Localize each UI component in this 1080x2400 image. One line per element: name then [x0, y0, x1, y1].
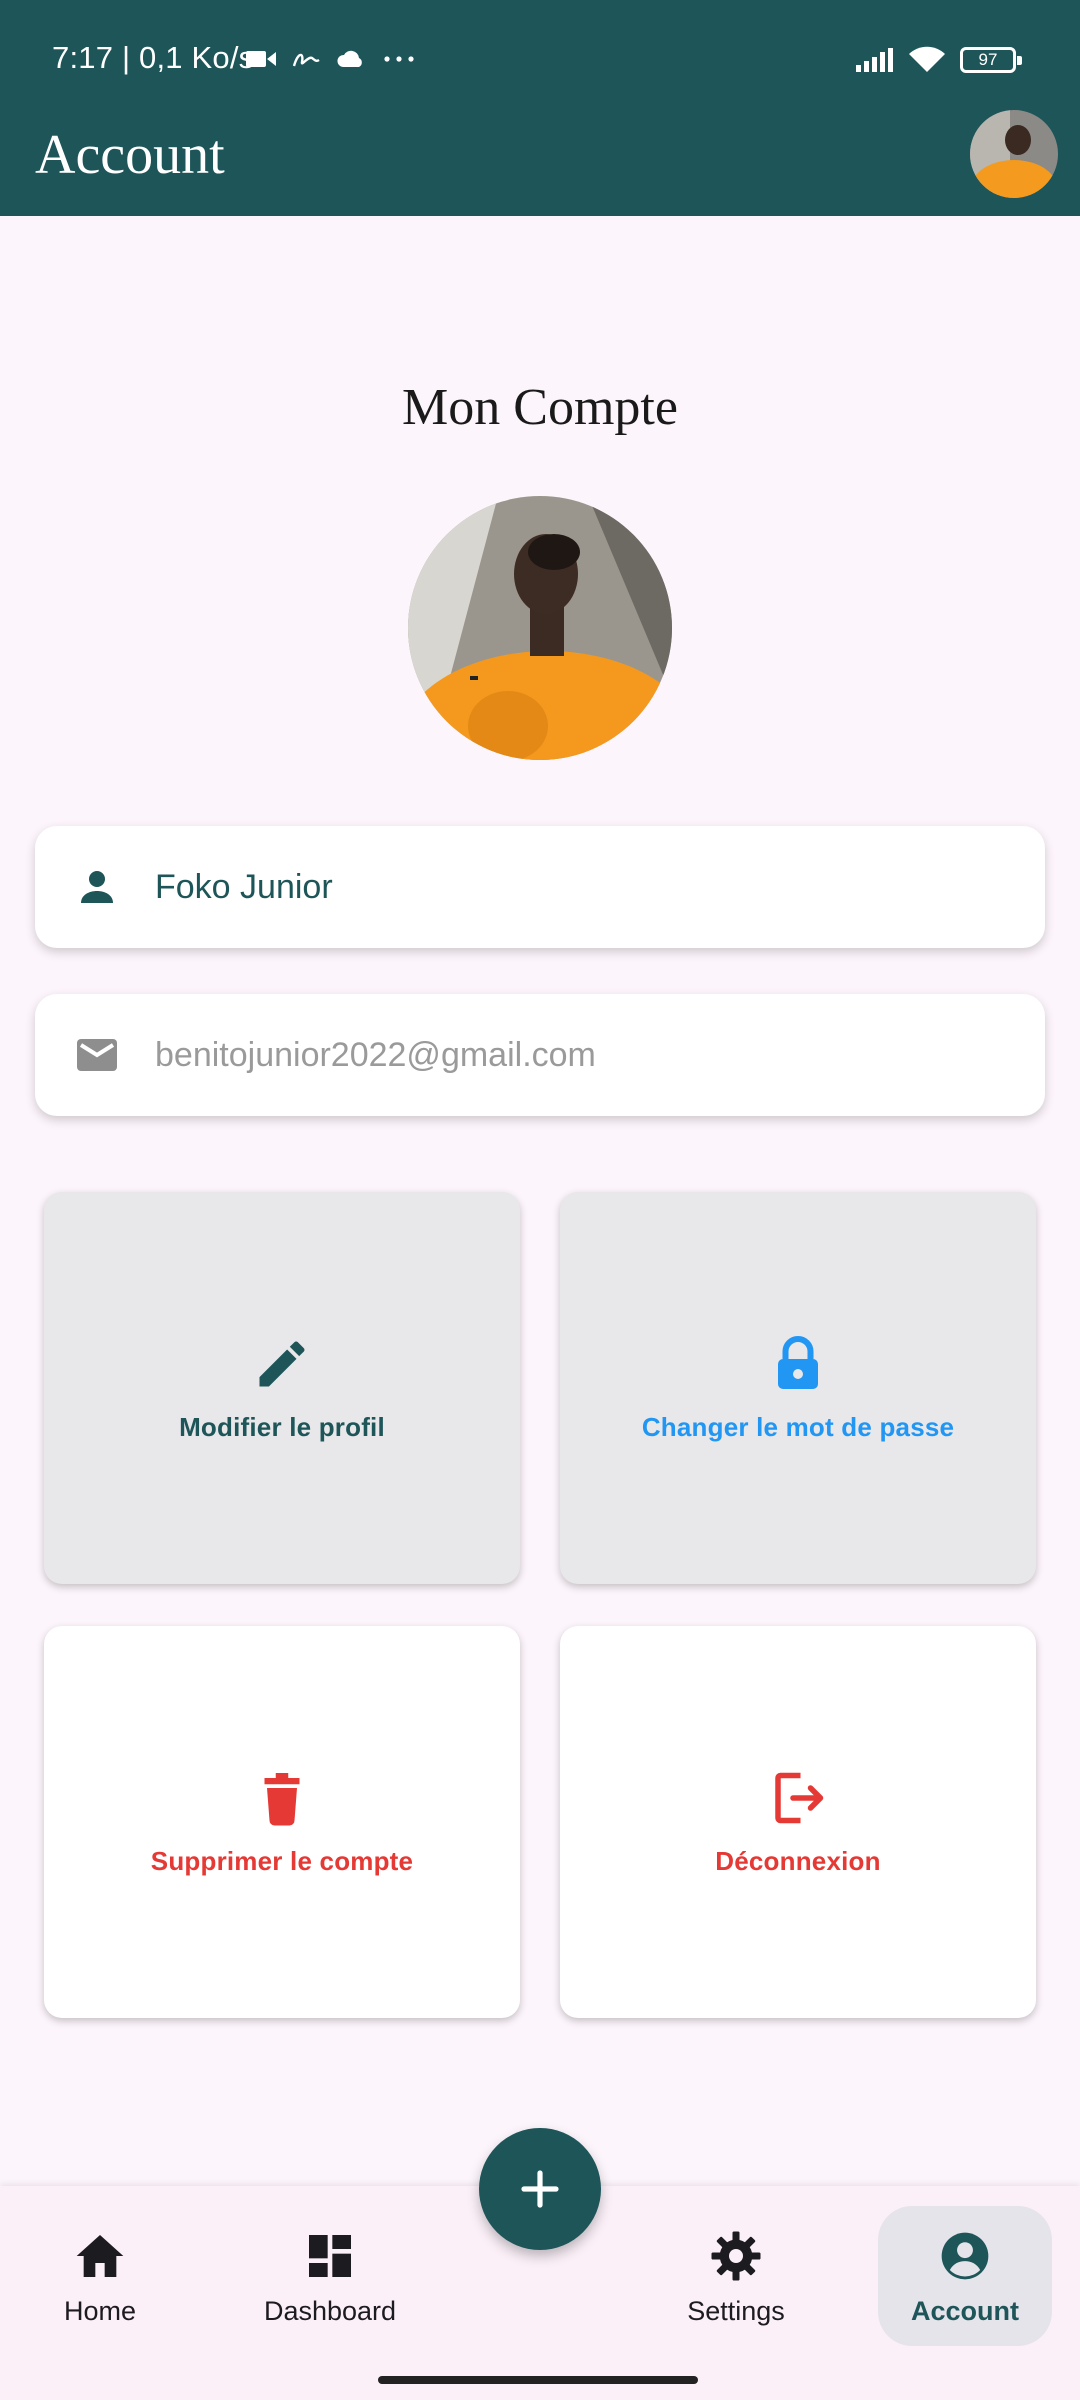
nav-label-dashboard: Dashboard: [263, 2296, 397, 2326]
app-bar: 7:17 | 0,1 Ko/s 97 Account: [0, 0, 1080, 216]
person-icon: [81, 871, 113, 903]
email-value: benitojunior2022@gmail.com: [155, 1035, 596, 1074]
wifi-icon: [909, 46, 945, 72]
delete-account-button[interactable]: Supprimer le compte: [44, 1626, 520, 2018]
nav-label-home: Home: [63, 2296, 137, 2326]
battery-icon: 97: [960, 47, 1022, 73]
change-password-button[interactable]: Changer le mot de passe: [560, 1192, 1036, 1584]
mail-icon: [77, 1039, 117, 1071]
logout-label: Déconnexion: [715, 1845, 881, 1876]
email-field[interactable]: benitojunior2022@gmail.com: [35, 994, 1045, 1116]
nav-item-account[interactable]: Account: [878, 2206, 1052, 2346]
change-password-label: Changer le mot de passe: [641, 1411, 955, 1442]
dashboard-icon: [309, 2235, 351, 2277]
edit-profile-button[interactable]: Modifier le profil: [44, 1192, 520, 1584]
name-field[interactable]: Foko Junior: [35, 826, 1045, 948]
page-title: Account: [35, 124, 225, 186]
trash-icon: [264, 1772, 300, 1825]
account-icon: [941, 2232, 989, 2280]
nav-item-dashboard[interactable]: Dashboard: [240, 2206, 420, 2346]
delete-account-label: Supprimer le compte: [150, 1845, 414, 1876]
battery-level: 97: [978, 50, 998, 69]
name-value: Foko Junior: [155, 867, 333, 906]
gear-icon: [711, 2231, 761, 2281]
section-title: Mon Compte: [402, 379, 678, 436]
home-icon: [76, 2235, 124, 2277]
logout-button[interactable]: Déconnexion: [560, 1626, 1036, 2018]
status-system-icons: 97: [854, 44, 1022, 76]
video-icon: [246, 51, 276, 67]
nav-item-settings[interactable]: Settings: [666, 2206, 806, 2346]
lock-icon: [778, 1335, 818, 1389]
home-indicator[interactable]: [378, 2376, 698, 2384]
nav-label-settings: Settings: [687, 2296, 785, 2326]
cloud-icon: [337, 50, 362, 67]
nav-label-account: Account: [911, 2296, 1019, 2326]
nav-item-home[interactable]: Home: [30, 2206, 170, 2346]
logout-icon: [775, 1772, 824, 1823]
signal-icon: [856, 48, 893, 72]
pencil-icon: [259, 1340, 305, 1386]
status-bar: 7:17 | 0,1 Ko/s 97: [0, 0, 1080, 112]
more-icon: [384, 56, 414, 62]
status-time: 7:17 | 0,1 Ko/s: [52, 40, 255, 75]
edit-profile-label: Modifier le profil: [179, 1411, 385, 1442]
avatar[interactable]: [970, 110, 1058, 198]
status-notification-icons: [246, 44, 416, 74]
signature-icon: [292, 53, 320, 67]
avatar-photo: [970, 110, 1058, 198]
profile-avatar[interactable]: [408, 496, 672, 760]
plus-icon: [521, 2170, 559, 2208]
profile-photo: [408, 496, 672, 760]
add-button[interactable]: [479, 2128, 601, 2250]
